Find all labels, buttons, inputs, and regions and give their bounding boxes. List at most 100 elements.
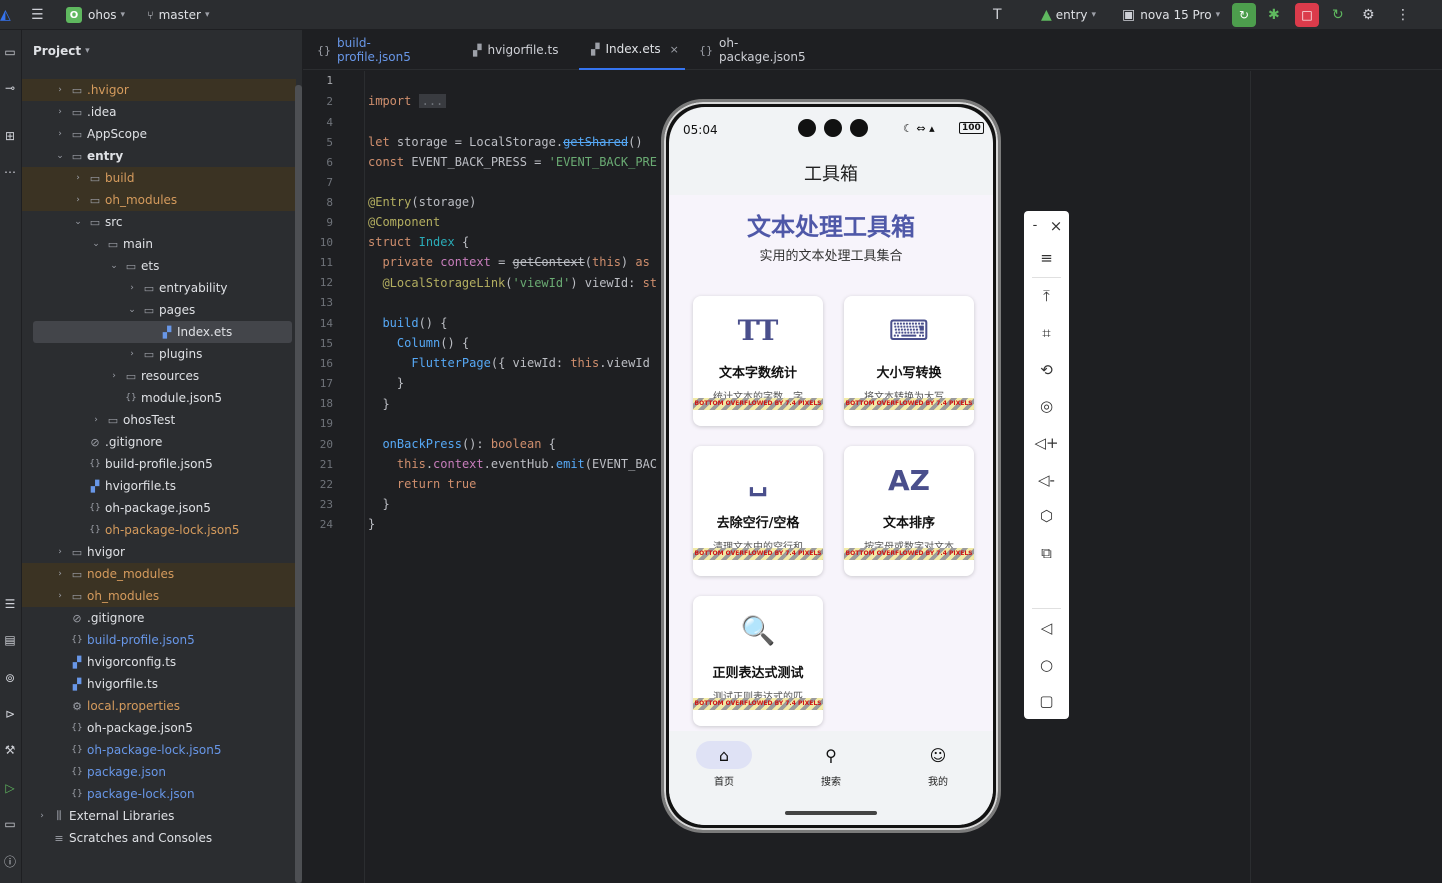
module-selector[interactable]: ▲ entry ▾ [1041, 0, 1096, 30]
profiler-tool-icon[interactable]: ⊚ [2, 670, 18, 686]
nav-item-home[interactable]: ⌂ 首页 [669, 741, 779, 788]
home-indicator[interactable] [785, 811, 877, 815]
tree-item[interactable]: ▞ Index.ets [33, 321, 292, 343]
chevron-right-icon[interactable]: › [54, 591, 66, 601]
tree-item[interactable]: {} oh-package.json5 [22, 497, 296, 519]
tree-item[interactable]: › ▭ resources [22, 365, 296, 387]
tab-build-profile[interactable]: {} build-profile.json5 [317, 30, 441, 70]
back-icon[interactable]: ◁ [1024, 615, 1069, 641]
code-line[interactable]: onBackPress(): boolean { [368, 437, 555, 451]
tree-item[interactable]: {} package.json [22, 761, 296, 783]
problems-tool-icon[interactable]: ⓘ [2, 854, 18, 870]
project-panel-header[interactable]: Project ▾ [22, 30, 302, 72]
tree-item[interactable]: ⌄ ▭ entry [22, 145, 296, 167]
apply-changes-button[interactable]: ↻ [1332, 0, 1344, 30]
tree-item[interactable]: ⊘ .gitignore [22, 431, 296, 453]
chevron-down-icon[interactable]: ⌄ [54, 151, 66, 161]
nav-item-profile[interactable]: ☺ 我的 [883, 741, 993, 789]
rerun-button[interactable]: ↻ [1232, 0, 1256, 30]
tree-item[interactable]: › ▭ oh_modules [22, 189, 296, 211]
code-line[interactable]: let storage = LocalStorage.getShared() [368, 135, 643, 149]
minimize-button[interactable]: - [1024, 213, 1046, 239]
tree-item[interactable]: {} module.json5 [22, 387, 296, 409]
tree-item[interactable]: ⌄ ▭ pages [22, 299, 296, 321]
code-line[interactable]: import ... [368, 94, 447, 108]
tree-item[interactable]: {} build-profile.json5 [22, 629, 296, 651]
chevron-right-icon[interactable]: › [54, 547, 66, 557]
tree-item[interactable]: › ▭ node_modules [22, 563, 296, 585]
main-menu-button[interactable]: ☰ [31, 0, 44, 30]
tree-item[interactable]: ⌄ ▭ ets [22, 255, 296, 277]
text-tool-button[interactable]: T [993, 0, 1002, 30]
code-line[interactable]: const EVENT_BACK_PRESS = 'EVENT_BACK_PRE [368, 155, 657, 169]
tree-item[interactable]: ⚙ local.properties [22, 695, 296, 717]
chevron-right-icon[interactable]: › [126, 349, 138, 359]
code-line[interactable]: } [368, 517, 375, 531]
tree-item[interactable]: › ▭ AppScope [22, 123, 296, 145]
code-line[interactable]: Column() { [368, 336, 469, 350]
menu-icon[interactable]: ≡ [1024, 245, 1069, 271]
crop-icon[interactable]: ⌗ [1024, 320, 1069, 346]
code-line[interactable]: } [368, 497, 389, 511]
volume-down-icon[interactable]: ◁- [1024, 467, 1069, 493]
terminal-tool-icon[interactable]: ▭ [2, 816, 18, 832]
tree-item[interactable]: ⌄ ▭ main [22, 233, 296, 255]
tree-item[interactable]: ≡ Scratches and Consoles [22, 827, 296, 849]
todo-tool-icon[interactable]: ☰ [2, 596, 18, 612]
code-line[interactable]: private context = getContext(this) as [368, 255, 649, 269]
chevron-down-icon[interactable]: ⌄ [126, 305, 138, 315]
tree-item[interactable]: ▞ hvigorfile.ts [22, 673, 296, 695]
tool-card-case-convert[interactable]: ⌨ 大小写转换 将文本转换为大写、 BOTTOM OVERFLOWED BY 7… [844, 296, 974, 426]
project-selector[interactable]: O ohos ▾ [66, 0, 125, 30]
run-tool-icon[interactable]: ▷ [2, 780, 18, 796]
chevron-right-icon[interactable]: › [54, 107, 66, 117]
device-selector[interactable]: ▣ nova 15 Pro ▾ [1122, 0, 1220, 30]
chevron-right-icon[interactable]: › [72, 195, 84, 205]
commit-tool-icon[interactable]: ⊸ [2, 80, 18, 96]
tree-item[interactable]: › ▭ .hvigor [22, 79, 296, 101]
more-options-button[interactable]: ⋮ [1396, 0, 1410, 30]
chevron-right-icon[interactable]: › [54, 85, 66, 95]
tab-oh-package[interactable]: {} oh-package.json5 [699, 30, 819, 70]
volume-up-icon[interactable]: ◁+ [1024, 430, 1069, 456]
code-line[interactable]: this.context.eventHub.emit(EVENT_BAC [368, 457, 657, 471]
tree-item[interactable]: › ▭ hvigor [22, 541, 296, 563]
tree-item[interactable]: › ▭ oh_modules [22, 585, 296, 607]
tree-item[interactable]: {} oh-package.json5 [22, 717, 296, 739]
close-icon[interactable]: × [670, 43, 679, 56]
more-tools-icon[interactable]: ⋯ [2, 164, 18, 180]
code-line[interactable]: @Entry(storage) [368, 195, 476, 209]
structure-tool-icon[interactable]: ⊞ [2, 128, 18, 144]
pin-top-icon[interactable]: ⤒ [1024, 283, 1069, 309]
tree-item[interactable]: {} build-profile.json5 [22, 453, 296, 475]
chevron-right-icon[interactable]: › [72, 173, 84, 183]
code-line[interactable]: return true [368, 477, 476, 491]
screenshot-icon[interactable]: ◎ [1024, 393, 1069, 419]
branch-selector[interactable]: ⑂ master ▾ [147, 0, 209, 30]
code-line[interactable]: } [368, 376, 404, 390]
tree-item[interactable]: › ▭ .idea [22, 101, 296, 123]
project-tool-icon[interactable]: ▭ [2, 44, 18, 60]
close-button[interactable]: × [1044, 213, 1068, 239]
tree-item[interactable]: › ▭ plugins [22, 343, 296, 365]
chevron-down-icon[interactable]: ⌄ [108, 261, 120, 271]
multi-device-icon[interactable]: ⧉ [1024, 540, 1069, 566]
nav-item-search[interactable]: ⚲ 搜索 [776, 741, 886, 789]
tree-item[interactable]: › ▭ build [22, 167, 296, 189]
tab-hvigorfile[interactable]: ▞ hvigorfile.ts [473, 30, 563, 70]
tree-item[interactable]: ▞ hvigorfile.ts [22, 475, 296, 497]
tree-item[interactable]: ⌄ ▭ src [22, 211, 296, 233]
code-line[interactable]: @LocalStorageLink('viewId') viewId: st [368, 276, 657, 290]
tree-item[interactable]: {} oh-package-lock.json5 [22, 739, 296, 761]
tree-item[interactable]: {} package-lock.json [22, 783, 296, 805]
home-circle-icon[interactable]: ○ [1024, 652, 1069, 678]
log-tool-icon[interactable]: ▤ [2, 632, 18, 648]
tree-item[interactable]: ▞ hvigorconfig.ts [22, 651, 296, 673]
attach-debugger-button[interactable]: ⚙ [1362, 0, 1375, 30]
stop-button[interactable]: □ [1295, 0, 1319, 30]
rotate-icon[interactable]: ⟲ [1024, 357, 1069, 383]
tool-card-regex[interactable]: 🔍 正则表达式测试 测试正则表达式的匹 BOTTOM OVERFLOWED BY… [693, 596, 823, 726]
services-tool-icon[interactable]: ⊳ [2, 706, 18, 722]
tool-card-word-count[interactable]: TT 文本字数统计 统计文本的字数、字 BOTTOM OVERFLOWED BY… [693, 296, 823, 426]
chevron-right-icon[interactable]: › [90, 415, 102, 425]
